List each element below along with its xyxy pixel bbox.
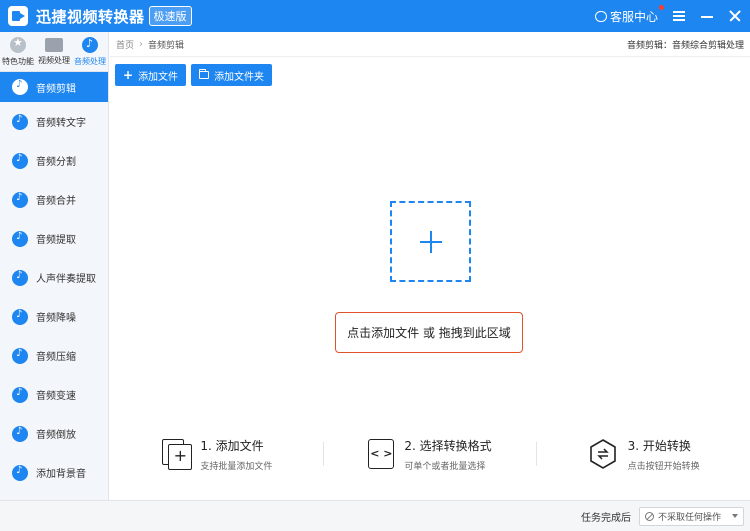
close-icon[interactable] [728, 9, 742, 23]
audio-icon [12, 347, 28, 364]
audio-icon [12, 386, 28, 403]
breadcrumb: 首页 › 音频剪辑 [116, 38, 184, 51]
audio-icon [12, 113, 28, 130]
audio-icon [12, 269, 28, 286]
sidebar-item-vocal-extract[interactable]: 人声伴奏提取 [0, 258, 108, 297]
title-bar: 迅捷视频转换器 极速版 客服中心 [0, 0, 750, 32]
customer-service-button[interactable]: 客服中心 [594, 4, 664, 25]
sidebar-item-label: 音频转文字 [36, 118, 86, 129]
step-title: 2. 选择转换格式 [404, 438, 492, 453]
menu-icon[interactable] [672, 9, 686, 23]
category-tabs: 特色功能 视频处理 音频处理 [0, 32, 108, 72]
step-select-format: < > 2. 选择转换格式 可单个或者批量选择 [324, 437, 537, 472]
drop-hint-button[interactable]: 点击添加文件 或 拖拽到此区域 [335, 312, 523, 353]
sidebar-item-label: 添加背景音 [36, 469, 86, 480]
edition-badge: 极速版 [148, 6, 192, 26]
steps-guide: 1. 添加文件 支持批量添加文件 < > 2. 选择转换格式 可单个或者批量选择… [110, 432, 750, 476]
add-file-icon [160, 439, 193, 470]
title-controls: 客服中心 [594, 0, 742, 32]
convert-hexagon-icon [589, 439, 616, 469]
sidebar-item-label: 音频降噪 [36, 313, 76, 324]
audio-icon [12, 152, 28, 169]
folder-icon [199, 69, 210, 79]
plus-icon: + [123, 68, 134, 82]
tab-audio-processing[interactable]: 音频处理 [72, 32, 108, 71]
sidebar: 特色功能 视频处理 音频处理 音频剪辑 音频转文字 音频分割 音频合并 音频提取… [0, 32, 109, 500]
sidebar-item-label: 人声伴奏提取 [36, 274, 96, 285]
tab-video-processing[interactable]: 视频处理 [36, 32, 72, 71]
plus-icon-bar [420, 241, 442, 243]
audio-icon [12, 230, 28, 247]
step-title: 1. 添加文件 [200, 438, 264, 453]
tab-label: 特色功能 [2, 56, 34, 66]
sidebar-item-label: 音频倒放 [36, 430, 76, 441]
chevron-right-icon: › [139, 38, 144, 50]
function-description: 音频剪辑：音频综合剪辑处理 [626, 40, 744, 51]
code-icon: < > [368, 439, 395, 469]
add-folder-button[interactable]: 添加文件夹 [191, 64, 273, 86]
breadcrumb-bar: 首页 › 音频剪辑 音频剪辑：音频综合剪辑处理 [110, 32, 750, 57]
add-folder-label: 添加文件夹 [214, 71, 265, 83]
film-icon [45, 37, 63, 52]
after-task-value: 不采取任何操作 [658, 512, 722, 523]
sidebar-item-audio-speed[interactable]: 音频变速 [0, 375, 108, 414]
status-bar: 任务完成后 不采取任何操作 [0, 500, 750, 531]
main-panel: 首页 › 音频剪辑 音频剪辑：音频综合剪辑处理 + 添加文件 添加文件夹 点击添… [110, 32, 750, 500]
sidebar-item-audio-denoise[interactable]: 音频降噪 [0, 297, 108, 336]
star-icon [10, 36, 26, 53]
app-logo-icon [8, 6, 28, 26]
audio-function-list: 音频剪辑 音频转文字 音频分割 音频合并 音频提取 人声伴奏提取 音频降噪 音频… [0, 72, 108, 492]
step-subtitle: 点击按钮开始转换 [627, 461, 700, 472]
sidebar-item-label: 音频合并 [36, 196, 76, 207]
audio-icon [12, 464, 28, 481]
music-note-icon [82, 36, 98, 53]
sidebar-item-audio-reverse[interactable]: 音频倒放 [0, 414, 108, 453]
notification-dot [659, 4, 664, 10]
step-title: 3. 开始转换 [627, 438, 691, 453]
sidebar-item-audio-edit[interactable]: 音频剪辑 [0, 72, 108, 102]
sidebar-item-label: 音频剪辑 [36, 83, 76, 95]
tab-label: 音频处理 [74, 56, 106, 66]
step-start-convert: 3. 开始转换 点击按钮开始转换 [537, 437, 750, 472]
breadcrumb-current: 音频剪辑 [148, 40, 185, 51]
after-task-label: 任务完成后 [581, 512, 631, 524]
audio-icon [12, 79, 28, 95]
prohibited-icon [645, 511, 654, 521]
sidebar-item-audio-split[interactable]: 音频分割 [0, 141, 108, 180]
step-subtitle: 可单个或者批量选择 [404, 461, 486, 472]
chevron-down-icon [732, 514, 738, 518]
sidebar-item-label: 音频变速 [36, 391, 76, 402]
sidebar-item-audio-extract[interactable]: 音频提取 [0, 219, 108, 258]
audio-icon [12, 308, 28, 325]
minimize-icon[interactable] [700, 9, 714, 23]
after-task-select[interactable]: 不采取任何操作 [639, 506, 744, 526]
breadcrumb-home[interactable]: 首页 [116, 38, 134, 51]
sidebar-item-label: 音频分割 [36, 157, 76, 168]
sidebar-item-label: 音频压缩 [36, 352, 76, 363]
sidebar-item-audio-merge[interactable]: 音频合并 [0, 180, 108, 219]
sidebar-item-audio-to-text[interactable]: 音频转文字 [0, 102, 108, 141]
drop-zone-add-button[interactable] [390, 201, 471, 282]
add-file-button[interactable]: + 添加文件 [115, 64, 187, 86]
tab-label: 视频处理 [38, 55, 70, 65]
add-file-label: 添加文件 [138, 71, 179, 83]
sidebar-item-audio-compress[interactable]: 音频压缩 [0, 336, 108, 375]
step-subtitle: 支持批量添加文件 [200, 461, 273, 472]
chat-icon [594, 10, 607, 22]
customer-service-label: 客服中心 [609, 9, 658, 24]
audio-icon [12, 191, 28, 208]
tab-special-features[interactable]: 特色功能 [0, 32, 36, 71]
step-add-file: 1. 添加文件 支持批量添加文件 [110, 437, 323, 472]
audio-icon [12, 425, 28, 442]
toolbar: + 添加文件 添加文件夹 [110, 57, 750, 93]
sidebar-item-add-bgm[interactable]: 添加背景音 [0, 453, 108, 492]
app-title: 迅捷视频转换器 [36, 7, 145, 26]
sidebar-item-label: 音频提取 [36, 235, 76, 246]
